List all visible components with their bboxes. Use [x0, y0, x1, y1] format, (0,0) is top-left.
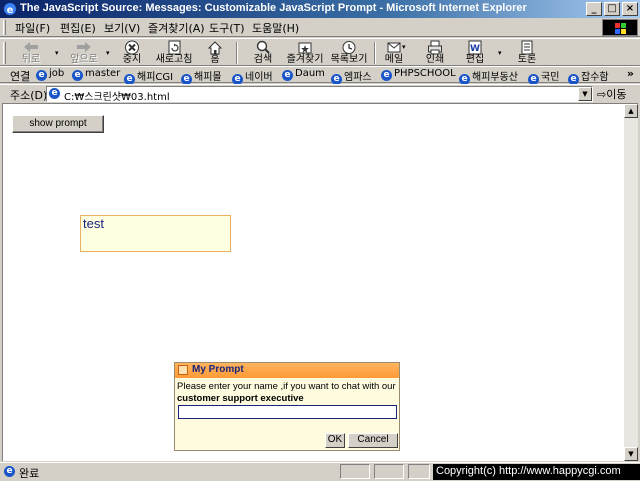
link-happycgi[interactable]: e 해피CGI: [124, 68, 173, 85]
go-arrow-icon: ⇨: [597, 88, 607, 101]
toolbar-separator: [374, 42, 376, 64]
back-arrow-icon: [24, 42, 38, 52]
menu-view[interactable]: 보기(V): [104, 20, 140, 36]
menu-favorites[interactable]: 즐겨찾기(A): [148, 20, 205, 36]
copyright-watermark: Copyright(c) http://www.happycgi.com: [433, 464, 640, 480]
prompt-cancel-button[interactable]: Cancel: [348, 433, 398, 448]
back-dropdown-icon[interactable]: ▾: [55, 49, 59, 57]
link-kookmin[interactable]: e 국민: [528, 68, 559, 85]
address-value[interactable]: C:₩스크린샷₩03.html: [64, 88, 170, 103]
status-text: 완료: [19, 467, 40, 480]
search-button[interactable]: 검색: [246, 39, 280, 66]
home-icon: [207, 41, 223, 55]
go-button[interactable]: ⇨이동: [597, 86, 626, 102]
close-button[interactable]: ×: [622, 2, 638, 16]
vertical-scrollbar[interactable]: ▲ ▼: [624, 103, 638, 461]
print-button[interactable]: 인쇄: [420, 39, 450, 66]
status-pane: [408, 464, 430, 479]
mail-icon: [387, 42, 401, 53]
prompt-message-bold: customer support executive: [177, 393, 304, 404]
edit-dropdown-icon[interactable]: ▾: [498, 49, 502, 57]
prompt-window-icon: [178, 365, 188, 375]
refresh-icon: [168, 40, 181, 55]
link-phpschool[interactable]: e PHPSCHOOL: [381, 68, 456, 81]
address-input[interactable]: e C:₩스크린샷₩03.html ▼: [46, 86, 593, 103]
link-job[interactable]: e job: [36, 68, 64, 81]
menu-file[interactable]: 파일(F): [15, 20, 50, 36]
custom-prompt-dialog: My Prompt Please enter your name ,if you…: [174, 362, 400, 451]
prompt-message: Please enter your name ,if you want to c…: [177, 381, 396, 404]
svg-text:e: e: [7, 5, 14, 16]
print-icon: [428, 40, 442, 55]
toolbar-separator: [236, 42, 238, 64]
link-empas[interactable]: e 엠파스: [331, 68, 372, 85]
search-icon: [256, 40, 270, 54]
link-happymall[interactable]: e 해피몰: [181, 68, 222, 85]
discuss-icon: [521, 40, 533, 55]
toolbar-grip[interactable]: [3, 42, 6, 64]
page-content: show prompt test My Prompt Please enter …: [2, 103, 624, 461]
menu-edit[interactable]: 편집(E): [60, 20, 96, 36]
windows-logo-icon: [602, 19, 638, 36]
ie-page-icon: e: [72, 70, 83, 81]
status-pane: [340, 464, 370, 479]
prompt-title-bar: My Prompt: [175, 363, 399, 378]
history-icon: [342, 41, 356, 54]
stop-icon: [125, 40, 139, 55]
window-title: The JavaScript Source: Messages: Customi…: [20, 2, 527, 14]
address-bar: 주소(D) e C:₩스크린샷₩03.html ▼ ⇨이동: [0, 84, 640, 103]
show-prompt-button[interactable]: show prompt: [12, 115, 104, 133]
link-naver[interactable]: e 네이버: [232, 68, 273, 85]
status-pane: [374, 464, 404, 479]
ie-page-icon: e: [381, 70, 392, 81]
address-dropdown-icon[interactable]: ▼: [578, 87, 592, 101]
menu-tools[interactable]: 도구(T): [209, 20, 245, 36]
mail-dropdown-icon[interactable]: ▾: [402, 43, 406, 51]
ie-page-icon: e: [49, 88, 60, 99]
links-bar: 연결 e job e master e 해피CGI e 해피몰 e 네이버 e Daum e…: [0, 66, 640, 85]
test-output-box: test: [80, 215, 231, 252]
favorites-icon: [298, 42, 312, 54]
address-caption: 주소(D): [10, 89, 48, 102]
home-button[interactable]: 홈: [200, 39, 230, 66]
link-jobsuham[interactable]: e 잡수함: [568, 68, 609, 85]
ie-logo-icon: e: [4, 3, 16, 16]
links-caption: 연결: [10, 70, 31, 83]
menu-grip[interactable]: [3, 20, 6, 35]
ie-page-icon: e: [282, 70, 293, 81]
discuss-button[interactable]: 토론: [512, 39, 542, 66]
ie-page-icon: e: [4, 466, 15, 477]
menu-help[interactable]: 도움말(H): [252, 20, 299, 36]
forward-dropdown-icon[interactable]: ▾: [106, 49, 110, 57]
links-more-chevron-icon[interactable]: »: [627, 67, 634, 80]
maximize-button[interactable]: □: [604, 2, 620, 16]
favorites-button[interactable]: 즐겨찾기: [284, 39, 326, 66]
history-button[interactable]: 목록보기: [328, 39, 370, 66]
test-text: test: [83, 216, 104, 231]
minimize-button[interactable]: _: [586, 2, 602, 16]
forward-arrow-icon: [77, 42, 91, 52]
standard-toolbar: 뒤로 ▾ 앞으로 ▾ 중지 새로고침 홈 검색 즐겨찾기 목록보기 메일 ▾ 인…: [0, 38, 640, 66]
edit-icon: W: [468, 40, 482, 55]
refresh-button[interactable]: 새로고침: [152, 39, 196, 66]
edit-button[interactable]: W 편집: [460, 39, 490, 66]
prompt-name-input[interactable]: [178, 405, 397, 419]
link-happy-realestate[interactable]: e 해피부동산: [459, 68, 518, 85]
link-master[interactable]: e master: [72, 68, 120, 81]
stop-button[interactable]: 중지: [116, 39, 148, 66]
ie-page-icon: e: [36, 70, 47, 81]
back-button[interactable]: 뒤로: [14, 39, 48, 66]
scroll-up-arrow-icon[interactable]: ▲: [624, 104, 638, 118]
forward-button[interactable]: 앞으로: [64, 39, 104, 66]
menu-bar: 파일(F) 편집(E) 보기(V) 즐겨찾기(A) 도구(T) 도움말(H): [0, 18, 640, 37]
prompt-ok-button[interactable]: OK: [325, 433, 345, 448]
svg-text:W: W: [470, 44, 480, 54]
prompt-title: My Prompt: [192, 364, 244, 375]
scroll-down-arrow-icon[interactable]: ▼: [624, 447, 638, 461]
link-daum[interactable]: e Daum: [282, 68, 325, 81]
title-bar: e The JavaScript Source: Messages: Custo…: [0, 0, 640, 18]
browser-window: e The JavaScript Source: Messages: Custo…: [0, 0, 640, 480]
